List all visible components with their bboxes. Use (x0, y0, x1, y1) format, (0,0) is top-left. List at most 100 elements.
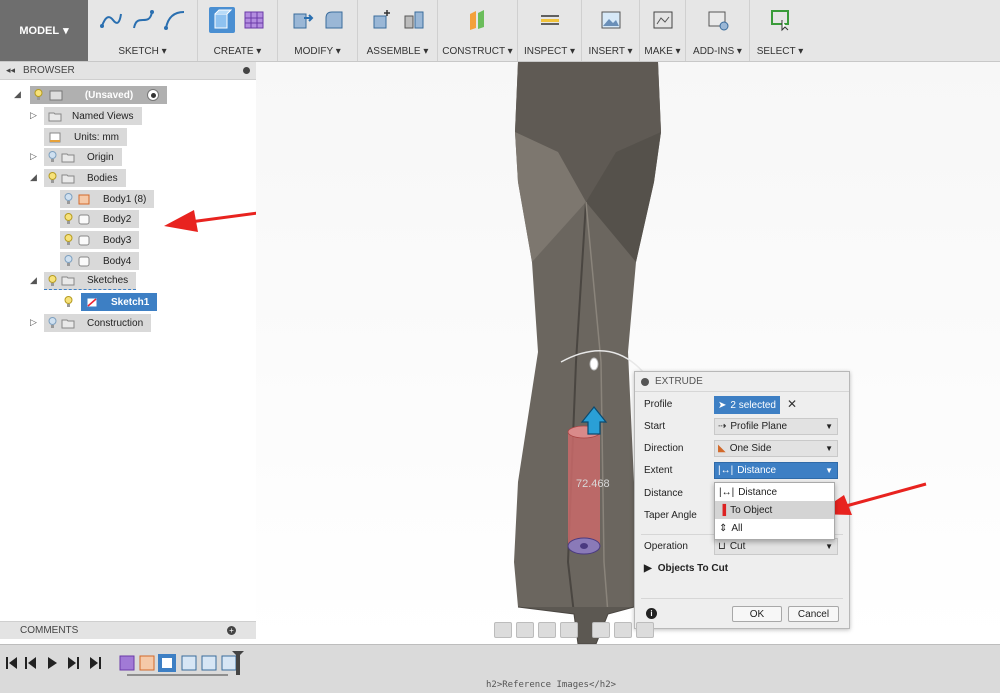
tree-node-body2[interactable]: Body2 (60, 210, 140, 228)
visibility-bulb-icon[interactable] (48, 274, 57, 287)
visibility-bulb-icon[interactable] (34, 89, 43, 101)
extrude-icon[interactable] (208, 7, 235, 33)
extent-option-all[interactable]: ⇕ All (715, 519, 834, 537)
toolbar-group-assemble[interactable]: ASSEMBLE ▾ (358, 0, 438, 61)
navigation-bar (494, 620, 654, 640)
spline-icon[interactable] (130, 7, 156, 33)
browser-header[interactable]: ◂◂ BROWSER (0, 62, 256, 80)
body-icon (78, 214, 90, 224)
expand-down-icon[interactable]: ◢ (14, 89, 21, 100)
tree-node-construction[interactable]: ▷ Construction (30, 314, 152, 332)
visibility-bulb-icon[interactable] (64, 193, 73, 205)
expand-right-icon[interactable]: ▷ (30, 151, 37, 162)
visibility-bulb-icon[interactable] (64, 234, 73, 246)
zoom-window-icon[interactable] (560, 622, 578, 638)
dimension-label[interactable]: 72.468 (576, 478, 610, 490)
toolbar-group-modify[interactable]: MODIFY ▾ (278, 0, 358, 61)
zoom-icon[interactable] (538, 622, 556, 638)
extent-option-to-object[interactable]: ▐ To Object (715, 501, 834, 519)
visibility-bulb-off-icon[interactable] (64, 255, 73, 267)
viewports-icon[interactable] (636, 622, 654, 638)
grid-icon[interactable] (614, 622, 632, 638)
toolbar-group-inspect[interactable]: INSPECT ▾ (518, 0, 582, 61)
model-body[interactable] (256, 62, 1000, 644)
tree-label-sketches: Sketches (87, 275, 129, 286)
tree-node-body1[interactable]: Body1 (8) (60, 190, 155, 208)
step-forward-icon (68, 657, 79, 669)
tree-node-root[interactable]: ◢ (Unsaved) (14, 86, 167, 104)
display-settings-icon[interactable] (592, 622, 610, 638)
toolbar-group-construct[interactable]: CONSTRUCT ▾ (438, 0, 518, 61)
tree-node-sketches[interactable]: ◢ Sketches (30, 272, 137, 290)
toolbar-group-make[interactable]: MAKE ▾ (640, 0, 686, 61)
tree-node-units[interactable]: Units: mm (44, 128, 127, 146)
toolbar-group-select[interactable]: SELECT ▾ (750, 0, 810, 61)
pin-icon[interactable] (243, 67, 250, 74)
visibility-bulb-icon[interactable] (64, 213, 73, 225)
expand-down-icon[interactable]: ◢ (30, 275, 37, 286)
add-comment-icon[interactable]: + (227, 626, 236, 635)
info-icon[interactable]: i (646, 608, 657, 619)
direction-select[interactable]: ◣ One Side ▼ (714, 440, 838, 457)
toolbar-group-sketch[interactable]: SKETCH ▾ (88, 0, 198, 61)
tree-node-named-views[interactable]: ▷ Named Views (30, 107, 142, 125)
distance-label: Distance (644, 488, 683, 499)
tree-node-sketch1[interactable]: Sketch1 (60, 293, 158, 311)
expand-right-icon[interactable]: ▷ (30, 317, 37, 328)
expand-down-icon[interactable]: ◢ (30, 172, 37, 183)
tree-node-body4[interactable]: Body4 (60, 252, 140, 270)
tree-label-units: Units: mm (74, 131, 119, 143)
visibility-bulb-icon[interactable] (48, 172, 57, 184)
toolbar-group-addins[interactable]: ADD-INS ▾ (686, 0, 750, 61)
line-icon[interactable] (98, 7, 124, 33)
workspace-model-button[interactable]: MODEL ▾ (0, 0, 88, 61)
orbit-icon[interactable] (494, 622, 512, 638)
dialog-collapse-icon[interactable] (641, 377, 649, 386)
objects-to-cut-toggle[interactable]: ▶ Objects To Cut (644, 563, 728, 574)
operation-select[interactable]: ⊔ Cut ▼ (714, 538, 838, 555)
pan-icon[interactable] (516, 622, 534, 638)
extent-option-label: Distance (738, 486, 778, 498)
folder-icon (48, 112, 62, 121)
profile-selection-button[interactable]: ➤ 2 selected (714, 396, 780, 414)
toolbar-group-insert[interactable]: INSERT ▾ (582, 0, 640, 61)
toolbar-label-assemble: ASSEMBLE (366, 46, 421, 57)
expand-right-icon[interactable]: ▷ (30, 110, 37, 121)
ok-button[interactable]: OK (732, 606, 782, 622)
visibility-bulb-off-icon[interactable] (48, 151, 57, 163)
select-icon[interactable] (767, 7, 793, 33)
insert-image-icon[interactable] (598, 7, 624, 33)
extent-option-distance[interactable]: |↔| Distance (715, 483, 834, 501)
offset-plane-icon[interactable] (465, 7, 491, 33)
visibility-bulb-icon[interactable] (64, 296, 73, 308)
visibility-bulb-off-icon[interactable] (48, 317, 57, 329)
dropdown-caret-icon: ▼ (825, 542, 833, 551)
comments-panel-header[interactable]: COMMENTS + (0, 621, 256, 639)
go-to-start-icon (6, 657, 17, 669)
joint-icon[interactable] (401, 7, 427, 33)
start-label: Start (644, 421, 666, 432)
activate-radio-icon[interactable] (147, 89, 159, 101)
3d-print-icon[interactable] (650, 7, 676, 33)
extent-select[interactable]: |↔| Distance ▼ (714, 462, 838, 479)
folder-icon (61, 153, 75, 162)
new-component-icon[interactable] (369, 7, 395, 33)
objects-to-cut-label: Objects To Cut (657, 563, 729, 574)
tree-node-origin[interactable]: ▷ Origin (30, 148, 122, 166)
cursor-arrow-icon: ➤ (718, 399, 727, 411)
tree-node-bodies[interactable]: ◢ Bodies (30, 169, 126, 187)
measure-icon[interactable] (537, 7, 563, 33)
tree-node-body3[interactable]: Body3 (60, 231, 140, 249)
clear-selection-icon[interactable]: ✕ (787, 397, 797, 411)
collapse-panel-icon[interactable]: ◂◂ (6, 65, 15, 76)
scripts-addins-icon[interactable] (705, 7, 731, 33)
toolbar-group-create[interactable]: CREATE ▾ (198, 0, 278, 61)
arc-icon[interactable] (162, 7, 188, 33)
canvas-viewport[interactable]: 72.468 (256, 62, 1000, 644)
tree-label-sketch1: Sketch1 (111, 296, 150, 308)
cancel-button[interactable]: Cancel (788, 606, 839, 622)
form-icon[interactable] (241, 7, 267, 33)
press-pull-icon[interactable] (289, 7, 315, 33)
fillet-icon[interactable] (321, 7, 347, 33)
start-select[interactable]: ⇢ Profile Plane ▼ (714, 418, 838, 435)
